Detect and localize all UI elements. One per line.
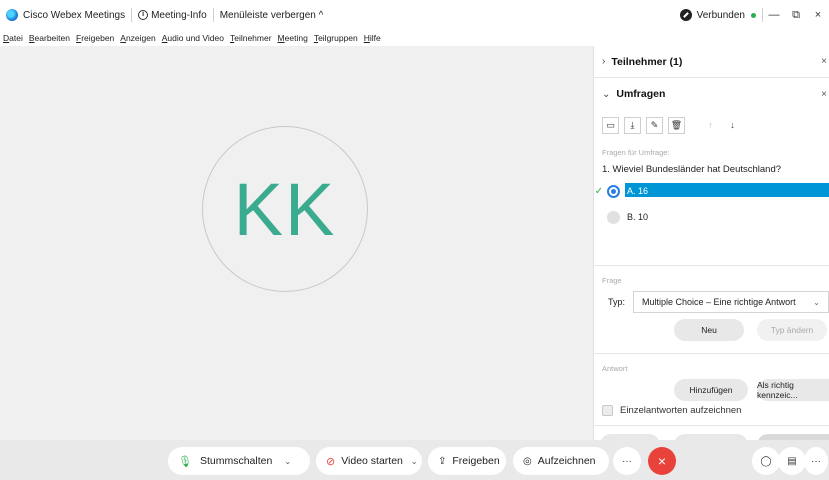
edit-pencil-icon[interactable]: ✎	[646, 116, 663, 134]
start-video-button[interactable]: ⊘ Video starten ⌄	[316, 447, 422, 475]
menu-datei[interactable]: Datei	[0, 33, 26, 43]
restore-button[interactable]: ⧉	[785, 9, 807, 22]
meeting-info-label: Meeting-Info	[151, 9, 207, 21]
share-label: Freigeben	[452, 455, 500, 467]
radio-selected-icon[interactable]	[607, 184, 620, 198]
title-bar: Cisco Webex Meetings i Meeting-Info Menü…	[0, 0, 829, 30]
participants-panel-header[interactable]: › Teilnehmer (1) ×	[594, 46, 829, 78]
record-responses-checkbox[interactable]	[602, 405, 613, 416]
answer-label: A. 16	[627, 186, 649, 196]
menu-anzeigen[interactable]: Anzeigen	[117, 33, 158, 43]
menu-meeting[interactable]: Meeting	[275, 33, 311, 43]
menu-hilfe[interactable]: Hilfe	[361, 33, 384, 43]
app-title: Cisco Webex Meetings	[0, 0, 131, 30]
participants-title: Teilnehmer (1)	[611, 55, 683, 68]
webex-logo-icon	[6, 9, 18, 21]
record-label: Aufzeichnen	[537, 455, 596, 467]
close-participants-icon[interactable]: ×	[821, 56, 827, 67]
start-video-label: Video starten	[341, 455, 403, 467]
delete-trash-icon[interactable]: 🗑	[668, 116, 685, 134]
app-name: Cisco Webex Meetings	[23, 9, 126, 21]
answer-buttons-row: Hinzufügen Als richtig kennzeic...	[594, 373, 829, 403]
divider	[594, 265, 829, 266]
share-icon: ⇪	[438, 455, 447, 467]
avatar: KK	[202, 126, 368, 292]
end-meeting-button[interactable]: ×	[648, 447, 676, 475]
mute-label: Stummschalten	[199, 455, 273, 467]
avatar-initials: KK	[233, 167, 337, 251]
frage-section-label: Frage	[602, 276, 622, 285]
record-responses-row[interactable]: Einzelantworten aufzeichnen	[594, 405, 829, 416]
hide-menu-button[interactable]: Menüleiste verbergen ^	[214, 0, 330, 30]
divider	[594, 353, 829, 354]
close-polls-icon[interactable]: ×	[821, 89, 827, 100]
record-responses-label: Einzelantworten aufzeichnen	[620, 405, 742, 416]
record-button[interactable]: ◎ Aufzeichnen	[513, 447, 609, 475]
info-icon: i	[138, 10, 149, 20]
mute-button[interactable]: 🎙 Stummschalten ⌄	[168, 447, 310, 475]
polls-panel-header[interactable]: ⌄ Umfragen ×	[594, 78, 829, 110]
chevron-down-icon[interactable]: ⌄	[284, 457, 291, 466]
connection-status-label: Verbunden	[696, 9, 745, 21]
poll-question[interactable]: 1. Wieviel Bundesländer hat Deutschland?	[594, 164, 829, 175]
menu-freigeben[interactable]: Freigeben	[73, 33, 117, 43]
question-buttons-row: Neu Typ ändern	[594, 313, 829, 347]
microphone-icon: 🎙	[178, 455, 192, 468]
move-up-icon[interactable]: ↑	[702, 116, 719, 134]
notes-icon[interactable]: ▤	[778, 447, 806, 475]
polls-title: Umfragen	[616, 88, 666, 100]
answer-option-a[interactable]: ✓ A. 16	[594, 181, 829, 201]
question-type-select[interactable]: Multiple Choice – Eine richtige Antwort …	[633, 291, 829, 313]
menu-audio-video[interactable]: Audio und Video	[159, 33, 227, 43]
video-stage: KK	[0, 46, 593, 440]
correct-check-icon: ✓	[594, 185, 604, 197]
open-folder-icon[interactable]: ▭	[602, 116, 619, 134]
radio-unselected-icon[interactable]	[607, 210, 620, 224]
connection-status[interactable]: Verbunden	[674, 0, 762, 30]
close-window-button[interactable]: ×	[807, 9, 829, 21]
menu-bar: Datei Bearbeiten Freigeben Anzeigen Audi…	[0, 30, 829, 46]
move-down-icon[interactable]: ↓	[724, 116, 741, 134]
side-panel: › Teilnehmer (1) × ⌄ Umfragen × ▭ ⤓ ✎ 🗑 …	[593, 46, 829, 456]
hide-menu-label: Menüleiste verbergen ^	[219, 9, 324, 21]
chevron-right-icon: ›	[602, 56, 606, 67]
add-answer-button[interactable]: Hinzufügen	[674, 379, 748, 401]
video-off-icon: ⊘	[326, 455, 336, 468]
chat-icon[interactable]: ◯	[752, 447, 780, 475]
minimize-button[interactable]: —	[763, 9, 785, 21]
typ-label: Typ:	[608, 297, 626, 307]
more-panels-button[interactable]: ···	[804, 447, 828, 475]
meeting-controls-bar: 🎙 Stummschalten ⌄ ⊘ Video starten ⌄ ⇪ Fr…	[0, 440, 829, 480]
question-type-row: Typ: Multiple Choice – Eine richtige Ant…	[594, 291, 829, 313]
question-type-value: Multiple Choice – Eine richtige Antwort	[642, 297, 796, 307]
record-icon: ◎	[523, 455, 532, 467]
change-type-button[interactable]: Typ ändern	[757, 319, 827, 341]
chevron-down-icon: ⌄	[602, 88, 611, 100]
poll-toolbar: ▭ ⤓ ✎ 🗑 ↑ ↓	[594, 114, 829, 136]
chevron-down-icon[interactable]: ⌄	[411, 457, 418, 466]
connection-icon	[679, 9, 692, 21]
new-question-button[interactable]: Neu	[674, 319, 744, 341]
menu-bearbeiten[interactable]: Bearbeiten	[26, 33, 73, 43]
more-options-button[interactable]: ···	[613, 447, 641, 475]
antwort-section-label: Antwort	[602, 364, 628, 373]
selection-highlight	[625, 183, 829, 197]
meeting-info-button[interactable]: i Meeting-Info	[132, 0, 213, 30]
save-icon[interactable]: ⤓	[624, 116, 641, 134]
questions-label: Fragen für Umfrage:	[602, 148, 670, 157]
menu-teilgruppen[interactable]: Teilgruppen	[311, 33, 361, 43]
status-dot-icon	[751, 12, 756, 18]
chevron-down-icon: ⌄	[813, 297, 820, 307]
mark-correct-button[interactable]: Als richtig kennzeic...	[757, 379, 829, 401]
window-controls: Verbunden — ⧉ ×	[674, 0, 829, 30]
share-button[interactable]: ⇪ Freigeben	[428, 447, 506, 475]
answer-option-b[interactable]: B. 10	[594, 207, 829, 227]
answer-label: B. 10	[627, 212, 649, 222]
menu-teilnehmer[interactable]: Teilnehmer	[227, 33, 275, 43]
